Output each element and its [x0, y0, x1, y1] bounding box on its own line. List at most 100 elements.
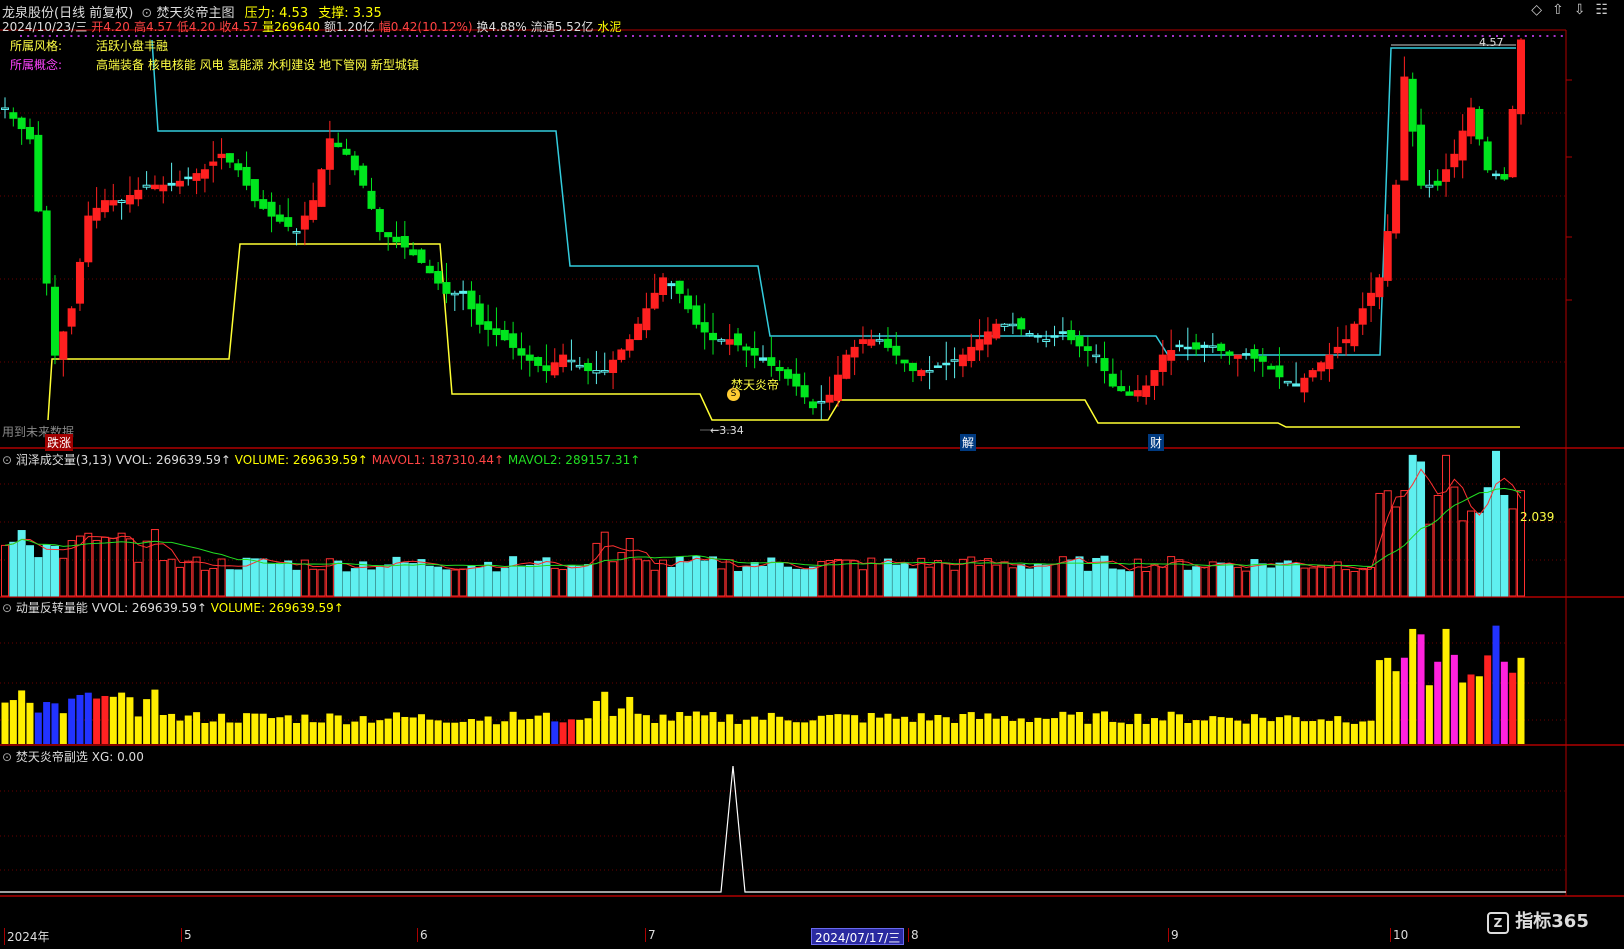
top-dot — [1388, 35, 1390, 37]
momentum-bar — [1092, 713, 1100, 744]
more-icon[interactable]: ☷ — [1595, 2, 1618, 18]
top-dot — [783, 35, 786, 37]
momentum-bar — [218, 713, 226, 744]
volume-bar — [684, 561, 693, 597]
time-axis-label: 6 — [417, 928, 428, 942]
candle-body — [725, 339, 734, 345]
momentum-bar — [318, 722, 326, 744]
candle-body — [759, 357, 767, 361]
momentum-bar — [892, 718, 900, 744]
momentum-bar — [1209, 716, 1217, 744]
candle-body — [1200, 344, 1209, 348]
down-arrow-icon[interactable]: ⇩ — [1574, 2, 1596, 18]
volume-bar — [342, 571, 351, 597]
momentum-volume: VOLUME: 269639.59↑ — [210, 601, 344, 615]
momentum-bar — [717, 721, 725, 744]
candle-body — [1500, 174, 1509, 180]
momentum-vvol: VVOL: 269639.59↑ — [91, 601, 207, 615]
candle-body — [1075, 335, 1084, 347]
candle-body — [858, 339, 867, 345]
top-dot — [646, 35, 649, 37]
volume-bar — [842, 559, 851, 597]
candle-body — [933, 365, 942, 368]
candle-body — [117, 200, 126, 204]
bar-info-item: 额1.20亿 — [323, 20, 375, 34]
momentum-bar — [301, 714, 309, 744]
candle-body — [900, 359, 909, 364]
top-dot — [977, 35, 980, 37]
momentum-bar — [1450, 654, 1458, 744]
momentum-bar — [1267, 721, 1275, 744]
momentum-bar — [1234, 720, 1242, 744]
volume-panel-title[interactable]: 润泽成交量(3,13) — [16, 453, 112, 467]
momentum-bar — [459, 721, 467, 744]
candle-body — [734, 333, 743, 346]
momentum-bar — [876, 717, 884, 744]
candle-body — [459, 290, 468, 294]
momentum-bar — [926, 720, 934, 744]
top-dot — [603, 35, 606, 37]
top-dot — [545, 35, 548, 37]
candle-body — [342, 148, 351, 155]
volume-bar — [808, 566, 817, 597]
volume-bar — [667, 566, 676, 597]
signal-badge-icon[interactable]: S — [727, 388, 740, 401]
momentum-panel-title[interactable]: 动量反转量能 — [16, 601, 88, 615]
candle-body — [284, 217, 293, 227]
candle-body — [1308, 370, 1317, 378]
sub-panel-title[interactable]: 焚天炎帝副选 — [16, 750, 88, 764]
momentum-bar — [1292, 717, 1300, 744]
top-dot — [1517, 35, 1520, 37]
volume-bar — [692, 555, 701, 597]
candle-body — [234, 163, 243, 171]
candle-body — [450, 292, 459, 296]
top-dot — [927, 35, 930, 37]
volume-bar — [734, 570, 743, 597]
bar-info-item: 低4.20 — [176, 20, 216, 34]
up-arrow-icon[interactable]: ⇧ — [1552, 2, 1574, 18]
candle-body — [492, 328, 501, 336]
top-dot — [819, 35, 822, 37]
panel-menu-icon[interactable]: ⊙ — [2, 750, 12, 764]
volume-bar — [84, 532, 93, 597]
top-dot — [1056, 35, 1059, 37]
top-dot — [884, 35, 886, 37]
diamond-icon[interactable]: ◇ — [1531, 2, 1552, 18]
candle-body — [975, 339, 984, 351]
top-dot — [444, 35, 447, 37]
top-dot — [1280, 35, 1282, 37]
top-dot — [524, 35, 526, 37]
momentum-bar — [1009, 720, 1017, 744]
momentum-bar — [368, 722, 376, 744]
panel-menu-icon[interactable]: ⊙ — [2, 453, 12, 467]
candle-body — [967, 346, 976, 362]
volume-bar — [159, 560, 168, 597]
candle-body — [542, 365, 551, 372]
top-dot — [1474, 35, 1477, 37]
candle-body — [225, 153, 234, 163]
volume-bars[interactable] — [1, 450, 1525, 597]
candle-body — [1125, 391, 1134, 396]
candle-body — [142, 184, 151, 188]
momentum-bar — [776, 716, 784, 744]
time-axis-label: 8 — [908, 928, 919, 942]
candle-body — [908, 362, 917, 372]
momentum-bar — [1417, 634, 1425, 744]
chart-canvas[interactable] — [0, 0, 1624, 949]
momentum-bar — [617, 708, 625, 744]
panel-menu-icon[interactable]: ⊙ — [2, 601, 12, 615]
momentum-bar — [759, 719, 767, 744]
momentum-bar — [1367, 720, 1375, 744]
top-dot — [1100, 35, 1102, 37]
volume-bar — [150, 529, 159, 597]
volume-bar — [1492, 450, 1501, 597]
volume-bar — [367, 569, 376, 597]
candle-body — [550, 362, 559, 376]
style-value: 活跃小盘丰融 — [96, 39, 169, 53]
volume-bar — [1133, 558, 1142, 597]
volume-bar — [92, 539, 101, 597]
top-dot — [1366, 35, 1369, 37]
candle-body — [42, 210, 51, 284]
momentum-bar — [951, 722, 959, 744]
volume-bar — [634, 558, 643, 597]
